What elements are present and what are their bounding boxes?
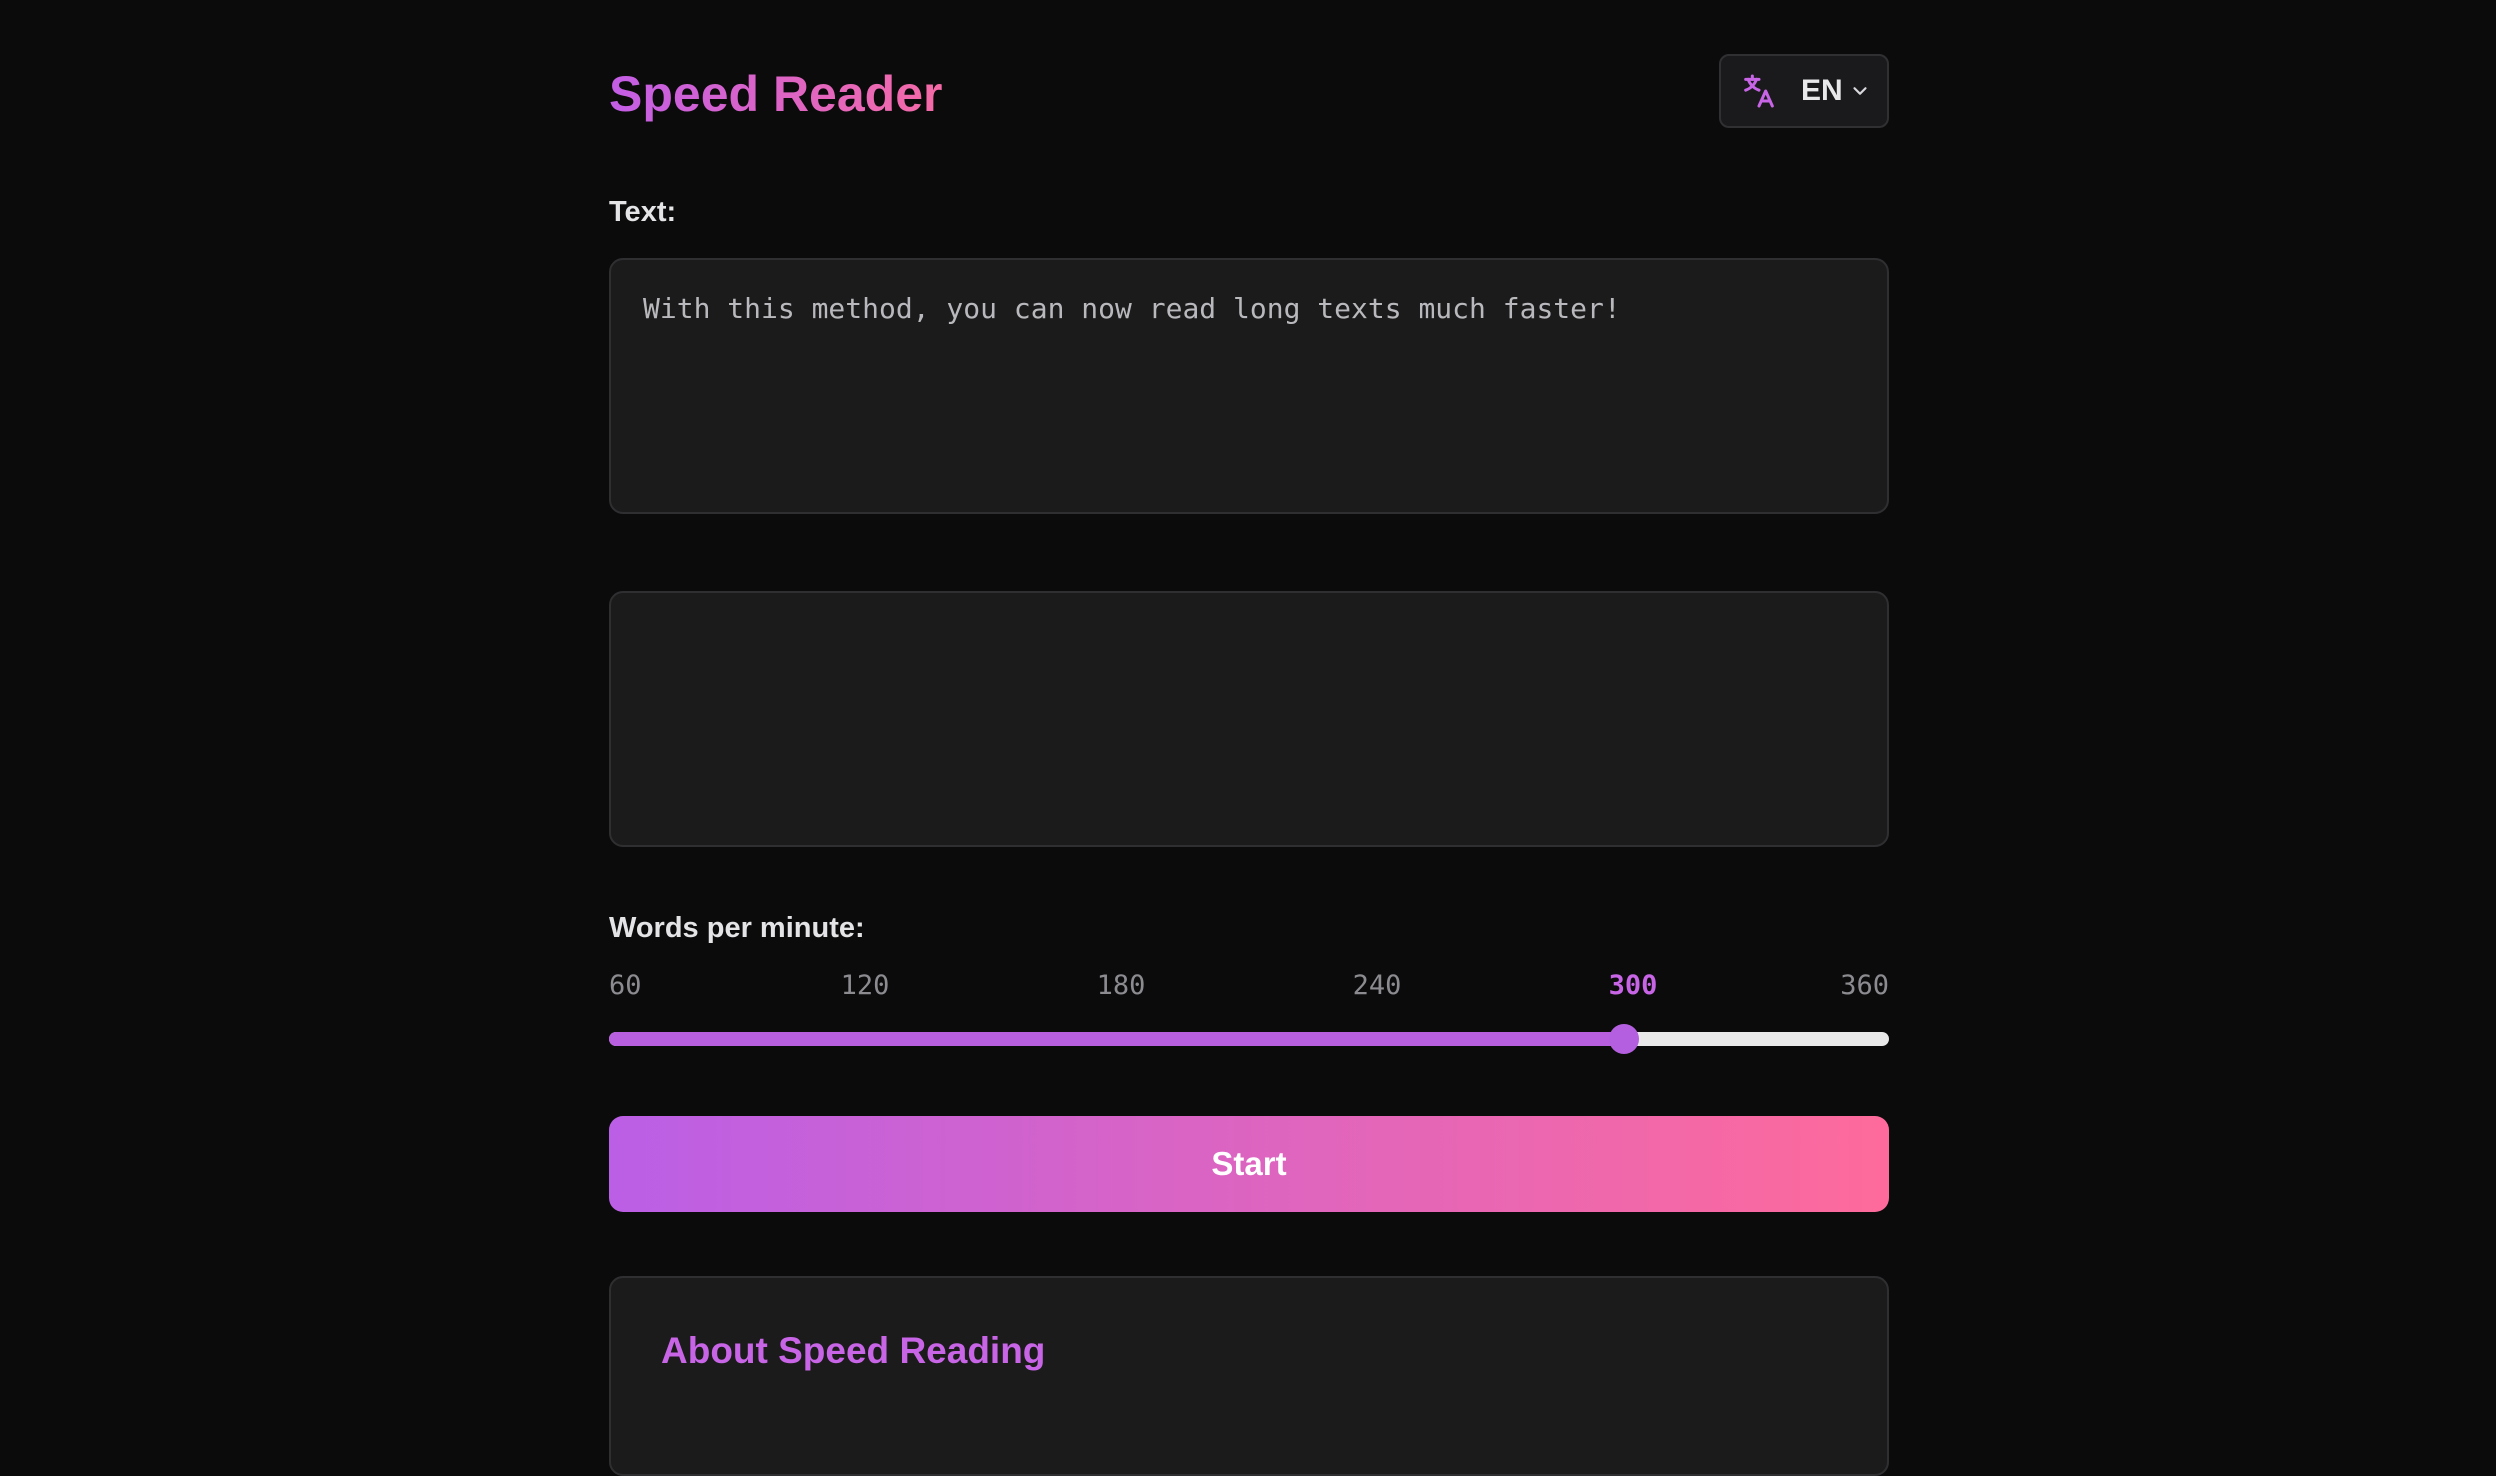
wpm-tick-60: 60	[609, 970, 642, 1001]
about-card: About Speed Reading	[609, 1276, 1889, 1476]
wpm-tick-360: 360	[1840, 970, 1889, 1001]
app-title: Speed Reader	[609, 66, 943, 122]
text-input[interactable]	[609, 258, 1889, 514]
language-code: EN	[1801, 74, 1843, 107]
wpm-tick-300: 300	[1608, 970, 1658, 1001]
wpm-tick-120: 120	[840, 970, 890, 1001]
wpm-ticks: 60 120 180 240 300 360	[609, 970, 1889, 1006]
translate-icon	[1744, 74, 1774, 108]
start-button[interactable]: Start	[609, 1116, 1889, 1212]
slider-track	[609, 1032, 1889, 1046]
slider-fill	[609, 1032, 1624, 1046]
text-label: Text:	[609, 196, 677, 228]
language-selector[interactable]: EN	[1719, 54, 1889, 128]
wpm-tick-240: 240	[1352, 970, 1402, 1001]
chevron-down-icon	[1853, 87, 1867, 95]
header: Speed Reader EN	[609, 54, 1889, 130]
about-title: About Speed Reading	[661, 1330, 1046, 1371]
reading-display	[609, 591, 1889, 847]
wpm-tick-180: 180	[1096, 970, 1146, 1001]
slider-thumb[interactable]	[1609, 1024, 1639, 1054]
wpm-slider[interactable]	[609, 1024, 1889, 1054]
wpm-label: Words per minute:	[609, 912, 865, 944]
